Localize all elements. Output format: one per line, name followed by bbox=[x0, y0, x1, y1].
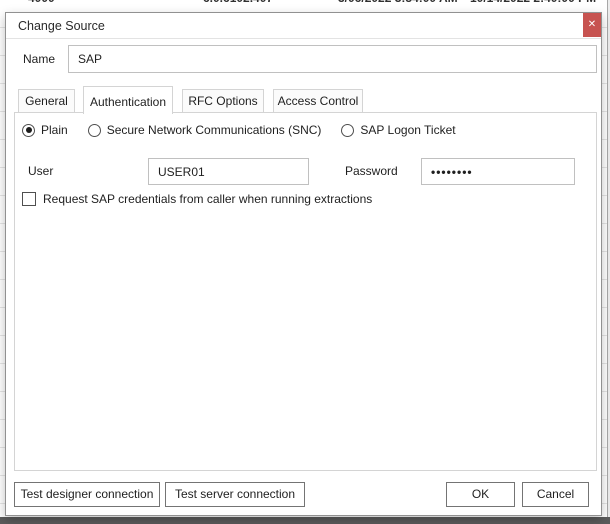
checkbox-label: Request SAP credentials from caller when… bbox=[43, 192, 373, 206]
background-table-row: 4000 6.0.6102.407 3/06/2022 3:54:00 AM 1… bbox=[0, 0, 610, 6]
tab-authentication[interactable]: Authentication bbox=[83, 86, 173, 114]
radio-unselected-icon bbox=[87, 123, 101, 137]
radio-unselected-icon bbox=[341, 123, 355, 137]
close-icon: ✕ bbox=[587, 19, 597, 30]
name-label: Name bbox=[23, 52, 56, 66]
background-table-cell: 10/14/2022 2:40:00 PM bbox=[470, 0, 596, 5]
radio-snc[interactable]: Secure Network Communications (SNC) bbox=[87, 123, 322, 137]
background-window-edge bbox=[0, 517, 610, 524]
radio-selected-icon bbox=[22, 123, 35, 137]
user-label: User bbox=[28, 164, 54, 178]
checkbox-unchecked-icon bbox=[22, 192, 36, 206]
tab-general[interactable]: General bbox=[18, 89, 75, 113]
dialog-titlebar[interactable]: Change Source ✕ bbox=[6, 13, 601, 39]
authentication-tab-panel: Plain Secure Network Communications (SNC… bbox=[14, 112, 597, 471]
test-designer-connection-button[interactable]: Test designer connection bbox=[14, 482, 160, 507]
background-table-cell: 3/06/2022 3:54:00 AM bbox=[338, 0, 458, 5]
dialog-title: Change Source bbox=[18, 19, 105, 33]
authentication-type-radio-group: Plain Secure Network Communications (SNC… bbox=[22, 123, 456, 137]
tab-rfc-options[interactable]: RFC Options bbox=[182, 89, 264, 113]
change-source-dialog: Change Source ✕ Name General Authenticat… bbox=[5, 12, 602, 516]
tab-label: RFC Options bbox=[188, 94, 258, 108]
radio-sap-logon-ticket[interactable]: SAP Logon Ticket bbox=[341, 123, 456, 137]
request-credentials-checkbox[interactable]: Request SAP credentials from caller when… bbox=[22, 192, 372, 206]
cancel-button[interactable]: Cancel bbox=[522, 482, 589, 507]
password-label: Password bbox=[345, 164, 398, 178]
background-table-cell: 6.0.6102.407 bbox=[203, 0, 273, 5]
background-table-cell: 4000 bbox=[28, 0, 55, 5]
test-server-connection-button[interactable]: Test server connection bbox=[165, 482, 305, 507]
tab-label: Access Control bbox=[277, 94, 359, 108]
close-button[interactable]: ✕ bbox=[583, 13, 601, 37]
radio-plain[interactable]: Plain bbox=[22, 123, 68, 137]
background-window-border bbox=[607, 0, 608, 524]
screen: 4000 6.0.6102.407 3/06/2022 3:54:00 AM 1… bbox=[0, 0, 610, 524]
radio-label: SAP Logon Ticket bbox=[360, 123, 456, 137]
tab-label: Authentication bbox=[89, 95, 167, 109]
password-input[interactable] bbox=[421, 158, 575, 185]
radio-label: Secure Network Communications (SNC) bbox=[106, 123, 322, 137]
name-input[interactable] bbox=[68, 45, 597, 73]
tab-label: General bbox=[25, 94, 68, 108]
radio-label: Plain bbox=[41, 123, 68, 137]
tab-access-control[interactable]: Access Control bbox=[273, 89, 363, 113]
ok-button[interactable]: OK bbox=[446, 482, 515, 507]
user-input[interactable] bbox=[148, 158, 309, 185]
